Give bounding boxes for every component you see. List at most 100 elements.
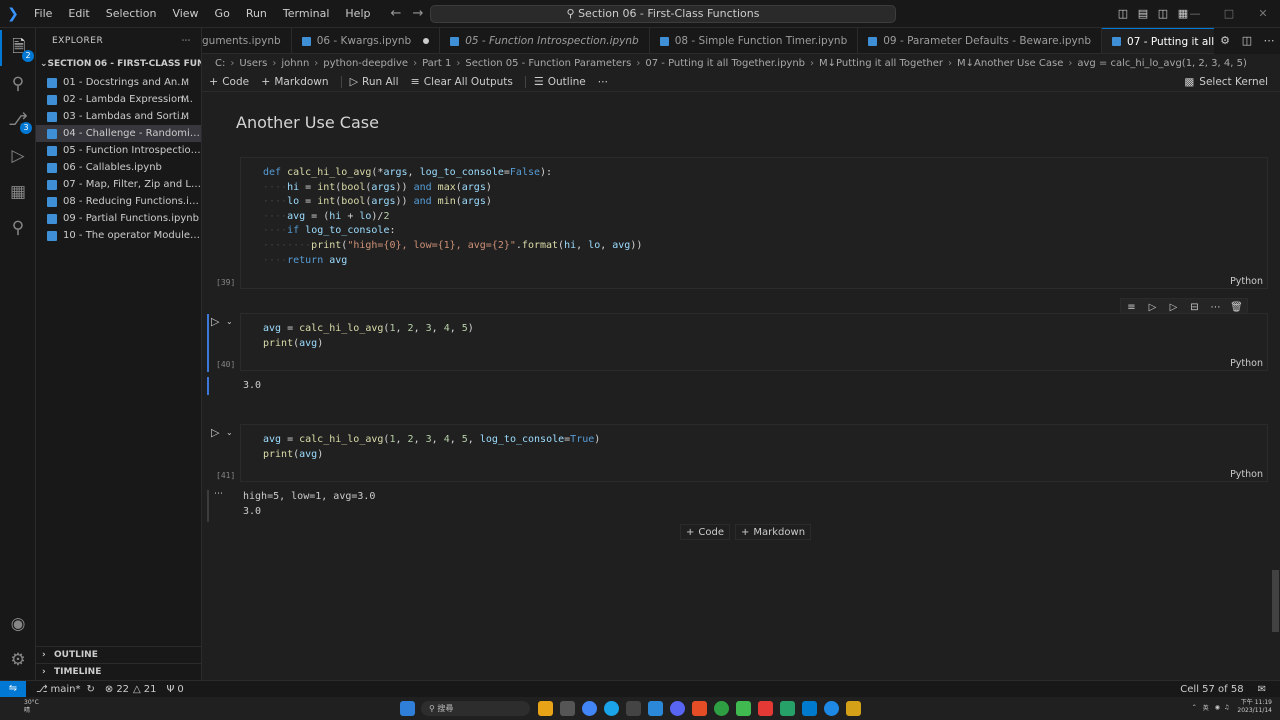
chrome-icon[interactable] <box>582 701 597 716</box>
clear-all-outputs-button[interactable]: ≡ Clear All Outputs <box>411 75 513 88</box>
menu-selection[interactable]: Selection <box>98 0 165 28</box>
breadcrumb-item[interactable]: M↓Another Use Case <box>957 58 1063 69</box>
settings-gear-icon[interactable]: ⚙ <box>1214 28 1236 54</box>
back-arrow-icon[interactable]: ← <box>385 0 407 28</box>
file-item[interactable]: 05 - Function Introspection.i... <box>36 142 201 159</box>
cell-language[interactable]: Python <box>1230 358 1263 369</box>
file-item[interactable]: 09 - Partial Functions.ipynb <box>36 210 201 227</box>
input-language[interactable]: 英 <box>1203 703 1209 712</box>
menu-terminal[interactable]: Terminal <box>275 0 338 28</box>
cell-position[interactable]: Cell 57 of 58 <box>1180 684 1243 695</box>
weather-widget[interactable]: 30°C 晴 <box>24 699 39 715</box>
menu-edit[interactable]: Edit <box>60 0 97 28</box>
file-explorer-icon[interactable] <box>538 701 553 716</box>
volume-icon[interactable]: ♫ <box>1224 704 1229 711</box>
code-cell[interactable]: avg = calc_hi_lo_avg(1, 2, 3, 4, 5, log_… <box>216 424 1268 482</box>
more-toolbar-actions[interactable]: ⋯ <box>598 76 609 88</box>
menu-view[interactable]: View <box>164 0 206 28</box>
add-code-cell-button[interactable]: + Code <box>209 75 249 88</box>
code-cell[interactable]: avg = calc_hi_lo_avg(1, 2, 3, 4, 5) prin… <box>216 313 1268 371</box>
sync-icon[interactable]: ↻ <box>87 684 95 695</box>
breadcrumb-item[interactable]: M↓Putting it all Together <box>819 58 943 69</box>
network-icon[interactable]: ◉ <box>1215 704 1220 711</box>
problems-indicator[interactable]: ⊗ 22 △ 21 <box>105 684 157 695</box>
tab-arguments[interactable]: guments.ipynb <box>202 28 292 53</box>
bell-icon[interactable]: ✉ <box>1258 684 1266 695</box>
file-item[interactable]: 02 - Lambda Expression... M <box>36 91 201 108</box>
mail-icon[interactable] <box>648 701 663 716</box>
file-item[interactable]: 07 - Map, Filter, Zip and List ... <box>36 176 201 193</box>
cell-source[interactable]: avg = calc_hi_lo_avg(1, 2, 3, 4, 5, log_… <box>263 433 600 462</box>
account-icon[interactable]: ◉ <box>0 606 36 642</box>
run-cell-icon[interactable]: ▷ <box>211 426 219 439</box>
breadcrumb-item[interactable]: Part 1 <box>422 58 451 69</box>
file-item[interactable]: 01 - Docstrings and An... M <box>36 74 201 91</box>
timeline-section[interactable]: › TIMELINE <box>36 663 201 680</box>
tab-kwargs[interactable]: 06 - Kwargs.ipynb <box>292 28 441 53</box>
command-center[interactable]: ⚲ Section 06 - First-Class Functions <box>430 5 896 23</box>
app-icon[interactable] <box>736 701 751 716</box>
testing-icon[interactable]: ⚲ <box>0 210 36 246</box>
breadcrumb-item[interactable]: python-deepdive <box>323 58 408 69</box>
tab-parameter-defaults[interactable]: 09 - Parameter Defaults - Beware.ipynb <box>858 28 1103 53</box>
chevron-up-icon[interactable]: ⌃ <box>1192 704 1197 711</box>
extensions-icon[interactable]: ▦ <box>0 174 36 210</box>
edge-icon[interactable] <box>604 701 619 716</box>
menu-help[interactable]: Help <box>337 0 378 28</box>
app-icon[interactable] <box>846 701 861 716</box>
menu-file[interactable]: File <box>26 0 60 28</box>
vscode-taskbar-icon[interactable] <box>802 701 817 716</box>
more-actions-icon[interactable]: ⋯ <box>182 36 192 46</box>
add-markdown-cell-button[interactable]: + Markdown <box>261 75 328 88</box>
explorer-icon[interactable]: 🗎 2 <box>0 30 36 66</box>
cell-language[interactable]: Python <box>1230 469 1263 480</box>
close-window-icon[interactable]: ✕ <box>1246 0 1280 28</box>
tab-simple-function-timer[interactable]: 08 - Simple Function Timer.ipynb <box>650 28 859 53</box>
file-item[interactable]: 03 - Lambdas and Sorti... M <box>36 108 201 125</box>
remote-indicator-icon[interactable]: ⇋ <box>0 680 26 698</box>
menu-run[interactable]: Run <box>238 0 275 28</box>
more-actions-icon[interactable]: ⋯ <box>1258 28 1280 54</box>
toggle-sidebar-icon[interactable]: ◫ <box>1113 0 1133 28</box>
minimize-icon[interactable]: — <box>1178 0 1212 28</box>
breadcrumb-item[interactable]: johnn <box>281 58 309 69</box>
toggle-secondary-sidebar-icon[interactable]: ◫ <box>1153 0 1173 28</box>
tab-function-introspection[interactable]: 05 - Function Introspection.ipynb <box>440 28 650 53</box>
app-icon[interactable] <box>780 701 795 716</box>
app-icon[interactable] <box>714 701 729 716</box>
breadcrumb-item[interactable]: C: <box>215 58 225 69</box>
start-icon[interactable] <box>400 701 415 716</box>
menu-go[interactable]: Go <box>207 0 238 28</box>
manage-gear-icon[interactable]: ⚙ <box>0 642 36 678</box>
forward-arrow-icon[interactable]: → <box>407 0 429 28</box>
run-all-button[interactable]: ▷ Run All <box>350 75 399 88</box>
chevron-down-icon[interactable]: ⌄ <box>226 428 233 437</box>
chevron-down-icon[interactable]: ⌄ <box>226 317 233 326</box>
file-item-selected[interactable]: 04 - Challenge - Randomizin... <box>36 125 201 142</box>
ports-indicator[interactable]: Ψ0 <box>166 684 183 695</box>
maximize-icon[interactable]: □ <box>1212 0 1246 28</box>
search-icon[interactable]: ⚲ <box>0 66 36 102</box>
breadcrumb-item[interactable]: Section 05 - Function Parameters <box>465 58 631 69</box>
taskbar-search[interactable]: ⚲ 搜尋 <box>421 701 530 716</box>
branch-indicator[interactable]: ⎇ main* ↻ <box>36 684 95 695</box>
outline-section[interactable]: › OUTLINE <box>36 646 201 663</box>
store-icon[interactable] <box>626 701 641 716</box>
split-editor-icon[interactable]: ◫ <box>1236 28 1258 54</box>
app-icon[interactable] <box>692 701 707 716</box>
toggle-panel-icon[interactable]: ▤ <box>1133 0 1153 28</box>
source-control-icon[interactable]: ⎇ 3 <box>0 102 36 138</box>
terminal-app-icon[interactable] <box>560 701 575 716</box>
discord-icon[interactable] <box>670 701 685 716</box>
workspace-folder[interactable]: ⌄ SECTION 06 - FIRST-CLASS FUNCTI... <box>36 54 201 74</box>
breadcrumb-item[interactable]: Users <box>239 58 267 69</box>
run-debug-icon[interactable]: ▷ <box>0 138 36 174</box>
run-cell-icon[interactable]: ▷ <box>211 315 219 328</box>
file-item[interactable]: 08 - Reducing Functions.ipynb <box>36 193 201 210</box>
outline-button[interactable]: ☰ Outline <box>534 75 586 88</box>
breadcrumb-item[interactable]: 07 - Putting it all Together.ipynb <box>645 58 805 69</box>
select-kernel-button[interactable]: ▩ Select Kernel <box>1184 76 1268 88</box>
vertical-scrollbar[interactable] <box>1272 570 1279 632</box>
add-code-cell-button[interactable]: + Code <box>680 524 730 540</box>
app-icon[interactable] <box>824 701 839 716</box>
